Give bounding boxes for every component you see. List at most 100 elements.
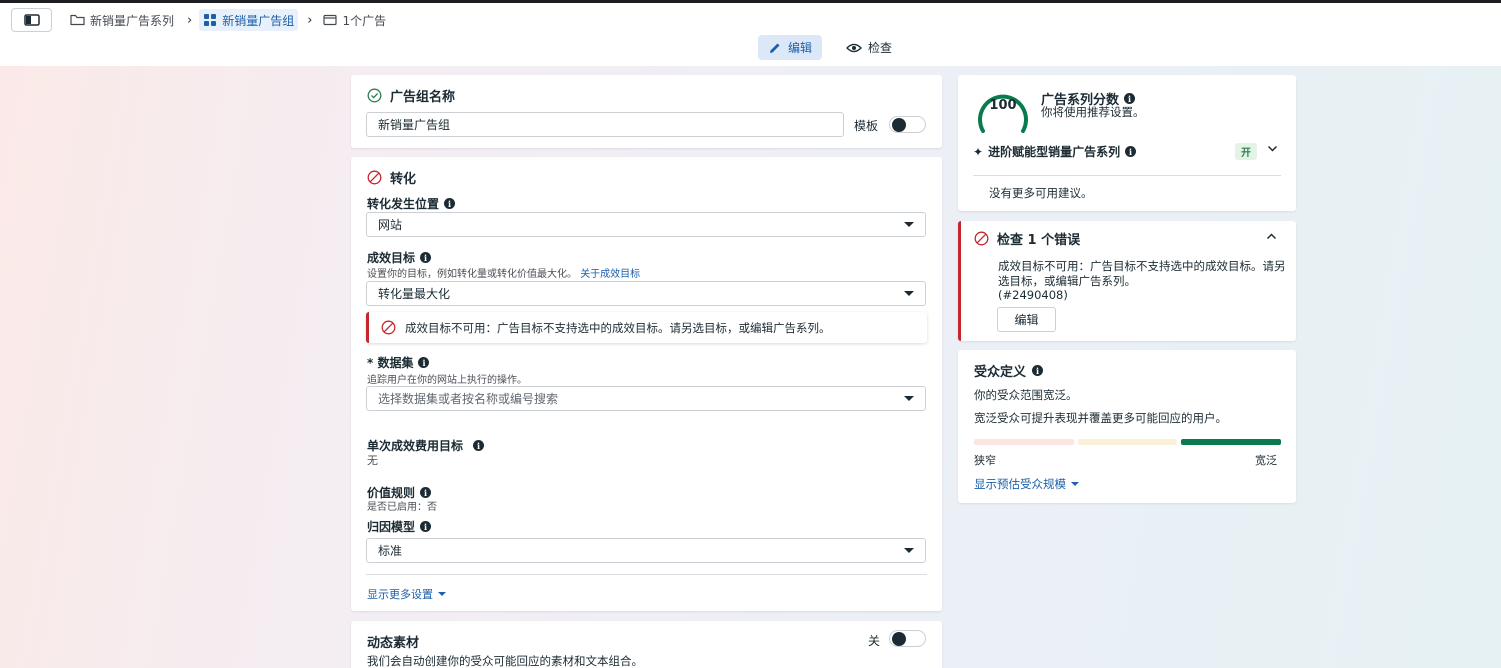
- location-select[interactable]: 网站: [366, 212, 926, 237]
- adset-name-heading: 广告组名称: [367, 86, 455, 105]
- grid-icon: [204, 14, 217, 26]
- error-circle-icon: [367, 170, 382, 185]
- error-circle-icon: [974, 231, 989, 246]
- error-review-card: 检查 1 个错误 成效目标不可用：广告目标不支持选中的成效目标。请另选目标，或编…: [958, 221, 1296, 341]
- mode-tabs: 编辑 检查: [758, 35, 902, 60]
- breadcrumb-campaign[interactable]: 新销量广告系列: [66, 9, 178, 31]
- meter-label-broad: 宽泛: [1255, 454, 1277, 467]
- show-more-settings-text: 显示更多设置: [367, 588, 433, 601]
- template-toggle[interactable]: [889, 116, 926, 133]
- error-edit-button[interactable]: 编辑: [997, 307, 1056, 332]
- dataset-label-text: * 数据集: [367, 356, 414, 370]
- template-label: 模板: [854, 119, 879, 133]
- info-icon[interactable]: i: [418, 357, 430, 368]
- goal-description: 设置你的目标，例如转化量或转化价值最大化。 关于成效目标: [367, 265, 640, 280]
- show-more-settings-link[interactable]: 显示更多设置: [367, 586, 446, 602]
- check-circle-icon: [367, 88, 382, 103]
- caret-down-icon: [904, 396, 914, 401]
- conversion-title: 转化: [390, 172, 417, 187]
- error-message-text: 成效目标不可用：广告目标不支持选中的成效目标。请另选目标，或编辑广告系列。: [998, 259, 1286, 288]
- goal-select[interactable]: 转化量最大化: [366, 281, 926, 306]
- info-icon[interactable]: i: [1032, 365, 1044, 376]
- caret-down-icon: [1071, 482, 1079, 486]
- breadcrumb: 新销量广告系列 › 新销量广告组 › 1个广告: [66, 8, 390, 32]
- sidebar-toggle-button[interactable]: [11, 8, 52, 32]
- dynamic-creative-toggle[interactable]: [889, 630, 926, 647]
- info-icon[interactable]: i: [420, 521, 432, 532]
- divider: [366, 574, 927, 575]
- chevron-up-icon[interactable]: [1266, 232, 1277, 240]
- breadcrumb-adset[interactable]: 新销量广告组: [199, 9, 299, 31]
- tab-edit[interactable]: 编辑: [758, 35, 823, 60]
- show-audience-size-link[interactable]: 显示预估受众规模: [974, 476, 1079, 492]
- error-circle-icon: [381, 320, 396, 335]
- tab-review-label: 检查: [868, 41, 893, 55]
- goal-help-link[interactable]: 关于成效目标: [580, 269, 640, 280]
- goal-value: 转化量最大化: [378, 287, 451, 301]
- conversion-card: 转化 转化发生位置 i 网站 成效目标 i 设置你的目标，例如转化量或转化价值最…: [351, 157, 942, 611]
- advantage-row[interactable]: ✦ 进阶赋能型销量广告系列 i: [973, 143, 1137, 160]
- error-title: 检查 1 个错误: [997, 233, 1081, 248]
- breadcrumb-adset-label: 新销量广告组: [222, 13, 295, 28]
- chevron-right-icon: ›: [187, 12, 193, 28]
- top-bar: 新销量广告系列 › 新销量广告组 › 1个广告 编辑 检查: [0, 3, 1501, 66]
- info-icon[interactable]: i: [1124, 93, 1136, 104]
- no-more-suggestions: 没有更多可用建议。: [989, 186, 1093, 200]
- attribution-select[interactable]: 标准: [366, 538, 926, 563]
- meter-segment-narrow: [974, 439, 1074, 445]
- caret-down-icon: [904, 291, 914, 296]
- caret-down-icon: [904, 548, 914, 553]
- advantage-status-badge: 开: [1235, 143, 1257, 160]
- info-icon[interactable]: i: [444, 198, 456, 209]
- sparkle-icon: ✦: [973, 144, 984, 159]
- tab-review[interactable]: 检查: [836, 35, 902, 60]
- score-gauge: [978, 94, 1028, 133]
- sidebar-icon: [23, 14, 40, 26]
- audience-status: 你的受众范围宽泛。: [974, 388, 1078, 402]
- advantage-label: 进阶赋能型销量广告系列: [988, 145, 1121, 159]
- attribution-label: 归因模型 i: [367, 518, 432, 535]
- divider: [973, 175, 1281, 176]
- score-value: 100: [989, 98, 1017, 113]
- eye-icon: [846, 43, 862, 52]
- dynamic-toggle-label: 关: [868, 634, 881, 648]
- show-audience-size-text: 显示预估受众规模: [974, 477, 1066, 491]
- tab-edit-label: 编辑: [788, 41, 813, 55]
- ad-frame-icon: [323, 14, 338, 26]
- error-heading: 检查 1 个错误: [974, 229, 1080, 248]
- cost-label-text: 单次成效费用目标: [367, 439, 464, 453]
- meter-segment-specific: [1077, 439, 1178, 445]
- adset-name-input[interactable]: 新销量广告组: [366, 112, 844, 137]
- score-subtitle: 你将使用推荐设置。: [1041, 105, 1145, 119]
- pencil-icon: [770, 43, 780, 53]
- adset-name-value: 新销量广告组: [378, 118, 451, 132]
- location-label-text: 转化发生位置: [367, 197, 440, 211]
- audience-heading: 受众定义 i: [974, 361, 1044, 380]
- meter-label-narrow: 狭窄: [974, 454, 996, 467]
- goal-label-text: 成效目标: [367, 251, 416, 265]
- breadcrumb-ad-label: 1个广告: [342, 13, 387, 28]
- info-icon[interactable]: i: [420, 487, 432, 498]
- chevron-right-icon: ›: [307, 12, 313, 28]
- dataset-description: 追踪用户在你的网站上执行的操作。: [367, 375, 527, 386]
- info-icon[interactable]: i: [420, 252, 432, 263]
- cost-goal-value: 无: [367, 454, 378, 467]
- dataset-select[interactable]: 选择数据集或者按名称或编号搜索: [366, 386, 926, 411]
- value-rules-status: 是否已启用：否: [367, 502, 437, 513]
- location-value: 网站: [378, 218, 403, 232]
- dynamic-creative-card: 动态素材 关 我们会自动创建你的受众可能回应的素材和文本组合。: [351, 621, 942, 668]
- goal-desc-text: 设置你的目标，例如转化量或转化价值最大化。: [367, 269, 577, 280]
- goal-label: 成效目标 i: [367, 249, 432, 266]
- meter-segment-broad: [1181, 439, 1282, 445]
- location-label: 转化发生位置 i: [367, 195, 456, 212]
- breadcrumb-ad[interactable]: 1个广告: [319, 9, 390, 31]
- chevron-down-icon[interactable]: [1267, 145, 1278, 153]
- campaign-score-card: 100 广告系列分数 i 你将使用推荐设置。 ✦ 进阶赋能型销量广告系列 i 开…: [958, 75, 1296, 211]
- audience-title: 受众定义: [974, 365, 1027, 380]
- folder-icon: [70, 14, 85, 26]
- adset-name-title: 广告组名称: [390, 90, 456, 105]
- dataset-label: * 数据集 i: [367, 354, 430, 371]
- info-icon[interactable]: i: [473, 440, 485, 451]
- attribution-value: 标准: [378, 544, 403, 558]
- info-icon[interactable]: i: [1125, 146, 1137, 157]
